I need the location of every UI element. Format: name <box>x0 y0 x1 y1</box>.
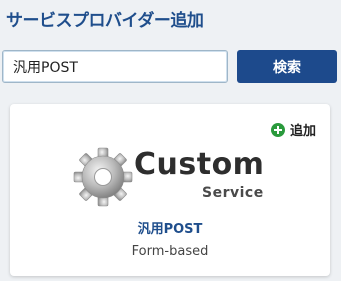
add-button-label: 追加 <box>289 124 316 139</box>
search-row: 検索 <box>2 50 339 84</box>
provider-logo: Custom Service <box>72 146 272 210</box>
page: サービスプロバイダー追加 検索 追加 <box>0 0 341 281</box>
logo-word: Custom <box>134 147 265 182</box>
add-button[interactable]: 追加 <box>270 120 316 139</box>
logo-subword: Service <box>202 185 264 201</box>
provider-type: Form-based <box>131 244 209 259</box>
page-title: サービスプロバイダー追加 <box>6 11 204 31</box>
provider-card[interactable]: 追加 Custom Service 汎用POST Form-based <box>10 104 330 276</box>
gear-icon <box>73 147 133 207</box>
search-input[interactable] <box>2 50 228 83</box>
search-button[interactable]: 検索 <box>237 50 337 83</box>
plus-circle-icon <box>270 122 285 137</box>
provider-name-link[interactable]: 汎用POST <box>10 218 330 237</box>
